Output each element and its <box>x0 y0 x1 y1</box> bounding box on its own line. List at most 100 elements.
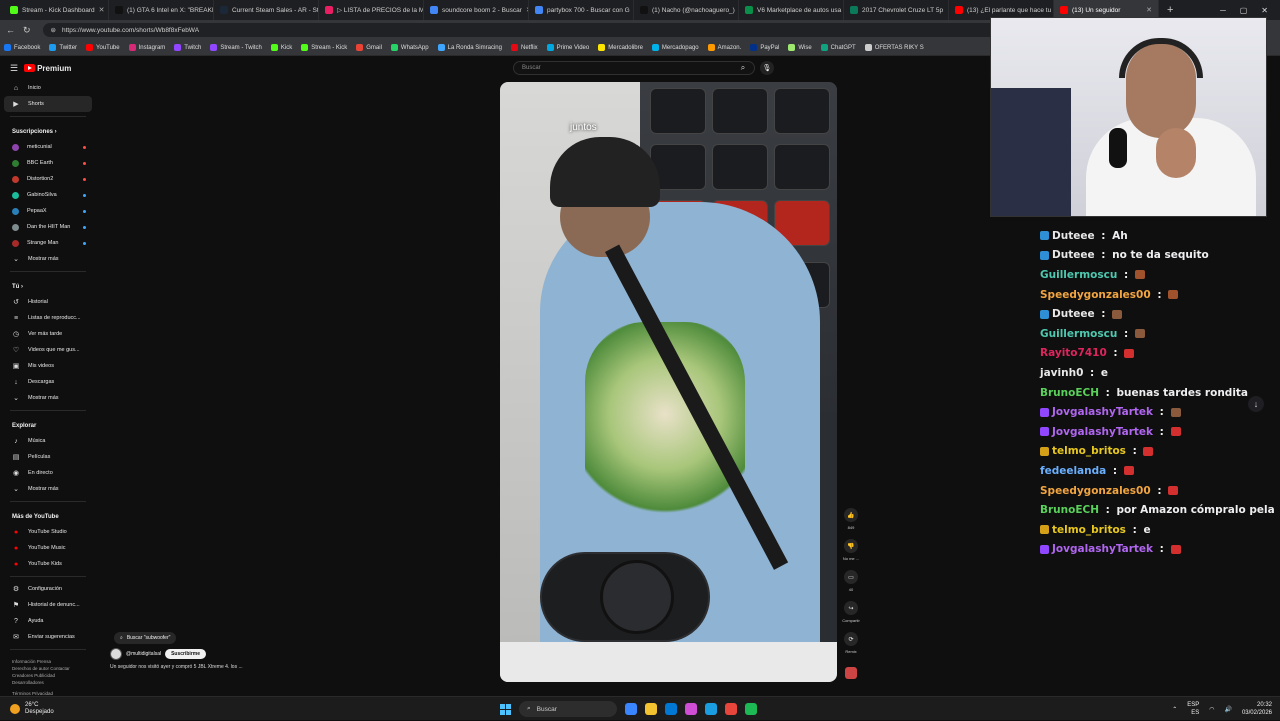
browser-tab[interactable]: ▷ LISTA de PRECIOS de la M✕ <box>319 0 424 20</box>
site-info-icon[interactable]: ⊜ <box>51 26 56 34</box>
maximize-icon[interactable]: ▢ <box>1240 6 1248 15</box>
sidebar-subscription[interactable]: BBC Earth <box>4 155 92 171</box>
browser-tab[interactable]: (1) GTA 6 Intel en X: "BREAKI✕ <box>109 0 214 20</box>
bookmark-item[interactable]: WhatsApp <box>391 44 429 51</box>
footer-line[interactable]: Creadores Publicidad <box>12 672 92 679</box>
sidebar-item[interactable]: ▤Películas <box>4 449 92 465</box>
bookmark-item[interactable]: ChatGPT <box>821 44 856 51</box>
sidebar-item[interactable]: ◉En directo <box>4 465 92 481</box>
chevron-up-icon[interactable]: ⌃ <box>1172 706 1177 713</box>
language-indicator[interactable]: ESPES <box>1187 701 1199 717</box>
bookmark-item[interactable]: Facebook <box>4 44 40 51</box>
avatar[interactable] <box>110 648 122 660</box>
remix-icon[interactable]: ⟳ <box>844 632 858 646</box>
sidebar-item[interactable]: ♡Videos que me gus... <box>4 342 92 358</box>
sidebar-subscription[interactable]: Distortion2 <box>4 171 92 187</box>
chat-username[interactable]: JovgalashyTartek <box>1052 543 1153 555</box>
browser-tab[interactable]: 2017 Chevrolet Cruze LT 5p✕ <box>844 0 949 20</box>
like-icon[interactable]: 👍 <box>844 508 858 522</box>
chat-username[interactable]: Speedygonzales00 <box>1040 289 1151 301</box>
chat-username[interactable]: Guillermoscu <box>1040 328 1117 340</box>
search-icon[interactable]: ⌕ <box>731 61 755 75</box>
bookmark-item[interactable]: PayPal <box>750 44 779 51</box>
subscriptions-show-more[interactable]: ⌄ Mostrar más <box>4 251 92 267</box>
chat-username[interactable]: Rayito7410 <box>1040 347 1107 359</box>
close-icon[interactable]: ✕ <box>99 6 105 14</box>
browser-tab[interactable]: soundcore boom 2 - Buscar✕ <box>424 0 529 20</box>
sidebar-item[interactable]: ↺Historial <box>4 294 92 310</box>
bookmark-item[interactable]: OFERTAS RIKY S <box>865 44 924 51</box>
subscriptions-heading[interactable]: Suscripciones › <box>4 121 92 139</box>
bookmark-item[interactable]: Kick <box>271 44 292 51</box>
sidebar-item[interactable]: ▶Shorts <box>4 96 92 112</box>
chat-username[interactable]: telmo_britos <box>1052 445 1126 457</box>
taskbar-app-icon[interactable] <box>745 703 757 715</box>
sidebar-item[interactable]: ✉Enviar sugerencias <box>4 629 92 645</box>
chat-username[interactable]: BrunoECH <box>1040 504 1099 516</box>
bookmark-item[interactable]: YouTube <box>86 44 120 51</box>
chat-username[interactable]: JovgalashyTartek <box>1052 406 1153 418</box>
taskbar-app-icon[interactable] <box>665 703 677 715</box>
clock[interactable]: 20:3203/02/2026 <box>1242 701 1272 717</box>
chat-username[interactable]: Duteee <box>1052 230 1095 242</box>
explore-show-more[interactable]: ⌄ Mostrar más <box>4 481 92 497</box>
taskbar-app-icon[interactable] <box>625 703 637 715</box>
taskbar-app-icon[interactable] <box>645 703 657 715</box>
chat-username[interactable]: Guillermoscu <box>1040 269 1117 281</box>
sidebar-item[interactable]: ↓Descargas <box>4 374 92 390</box>
close-icon[interactable]: ✕ <box>1261 6 1268 15</box>
bookmark-item[interactable]: Wise <box>788 44 811 51</box>
chat-username[interactable]: Duteee <box>1052 249 1095 261</box>
weather-widget[interactable]: 26°C Despejado <box>0 702 54 716</box>
sidebar-subscription[interactable]: Dan the HIIT Man <box>4 219 92 235</box>
sidebar-subscription[interactable]: PepaaX <box>4 203 92 219</box>
footer-line[interactable]: Desarrolladores <box>12 679 92 686</box>
windows-start-icon[interactable] <box>500 704 511 715</box>
sidebar-subscription[interactable]: Strange Man <box>4 235 92 251</box>
volume-icon[interactable]: 🔊 <box>1224 706 1231 713</box>
bookmark-item[interactable]: Stream - Kick <box>301 44 347 51</box>
sidebar-item[interactable]: ⌂Inicio <box>4 80 92 96</box>
sound-thumbnail[interactable] <box>845 667 857 679</box>
microphone-icon[interactable]: 🎙 <box>760 61 774 75</box>
comment-icon[interactable]: ▭ <box>844 570 858 584</box>
sidebar-item[interactable]: ⚙Configuración <box>4 581 92 597</box>
browser-tab[interactable]: Stream - Kick Dashboard✕ <box>4 0 109 20</box>
sidebar-item[interactable]: ●YouTube Music <box>4 540 92 556</box>
sidebar-item[interactable]: ⚑Historial de denunc... <box>4 597 92 613</box>
suggested-search-chip[interactable]: ⌕ Buscar "subwoofer" <box>114 632 176 644</box>
sidebar-item[interactable]: ?Ayuda <box>4 613 92 629</box>
browser-tab[interactable]: partybox 700 - Buscar con G✕ <box>529 0 634 20</box>
sidebar-item[interactable]: ▣Mis videos <box>4 358 92 374</box>
bookmark-item[interactable]: Twitter <box>49 44 77 51</box>
footer-line[interactable]: Información Prensa <box>12 658 92 665</box>
search-input[interactable]: Buscar <box>513 61 755 75</box>
bookmark-item[interactable]: Mercadolibre <box>598 44 643 51</box>
bookmark-item[interactable]: Twitch <box>174 44 201 51</box>
taskbar-app-icon[interactable] <box>705 703 717 715</box>
short-video-player[interactable] <box>500 82 837 682</box>
bookmark-item[interactable]: Stream - Twitch <box>210 44 262 51</box>
you-heading[interactable]: Tú › <box>4 276 92 294</box>
bookmark-item[interactable]: Instagram <box>129 44 166 51</box>
chat-username[interactable]: JovgalashyTartek <box>1052 426 1153 438</box>
youtube-logo[interactable]: Premium <box>24 64 71 73</box>
menu-icon[interactable]: ☰ <box>10 63 18 74</box>
sidebar-subscription[interactable]: GabinoSilva <box>4 187 92 203</box>
browser-tab[interactable]: V6 Marketplace de autos usa✕ <box>739 0 844 20</box>
close-icon[interactable]: ✕ <box>1146 6 1152 14</box>
bookmark-item[interactable]: Gmail <box>356 44 382 51</box>
browser-tab[interactable]: (1) Nacho (@nachoaguero_)✕ <box>634 0 739 20</box>
sidebar-subscription[interactable]: meticunial <box>4 139 92 155</box>
bookmark-item[interactable]: Netflix <box>511 44 538 51</box>
taskbar-app-icon[interactable] <box>685 703 697 715</box>
bookmark-item[interactable]: Prime Video <box>547 44 590 51</box>
sidebar-item[interactable]: ●YouTube Studio <box>4 524 92 540</box>
chat-username[interactable]: BrunoECH <box>1040 387 1099 399</box>
new-tab-button[interactable]: + <box>1159 4 1181 16</box>
channel-name[interactable]: @multidigitalsal <box>126 651 161 657</box>
chat-username[interactable]: fedeelanda <box>1040 465 1106 477</box>
taskbar-app-icon[interactable] <box>725 703 737 715</box>
minimize-icon[interactable]: ─ <box>1220 6 1226 15</box>
url-field[interactable]: ⊜ https://www.youtube.com/shorts/Wb8f8xF… <box>43 23 1023 37</box>
